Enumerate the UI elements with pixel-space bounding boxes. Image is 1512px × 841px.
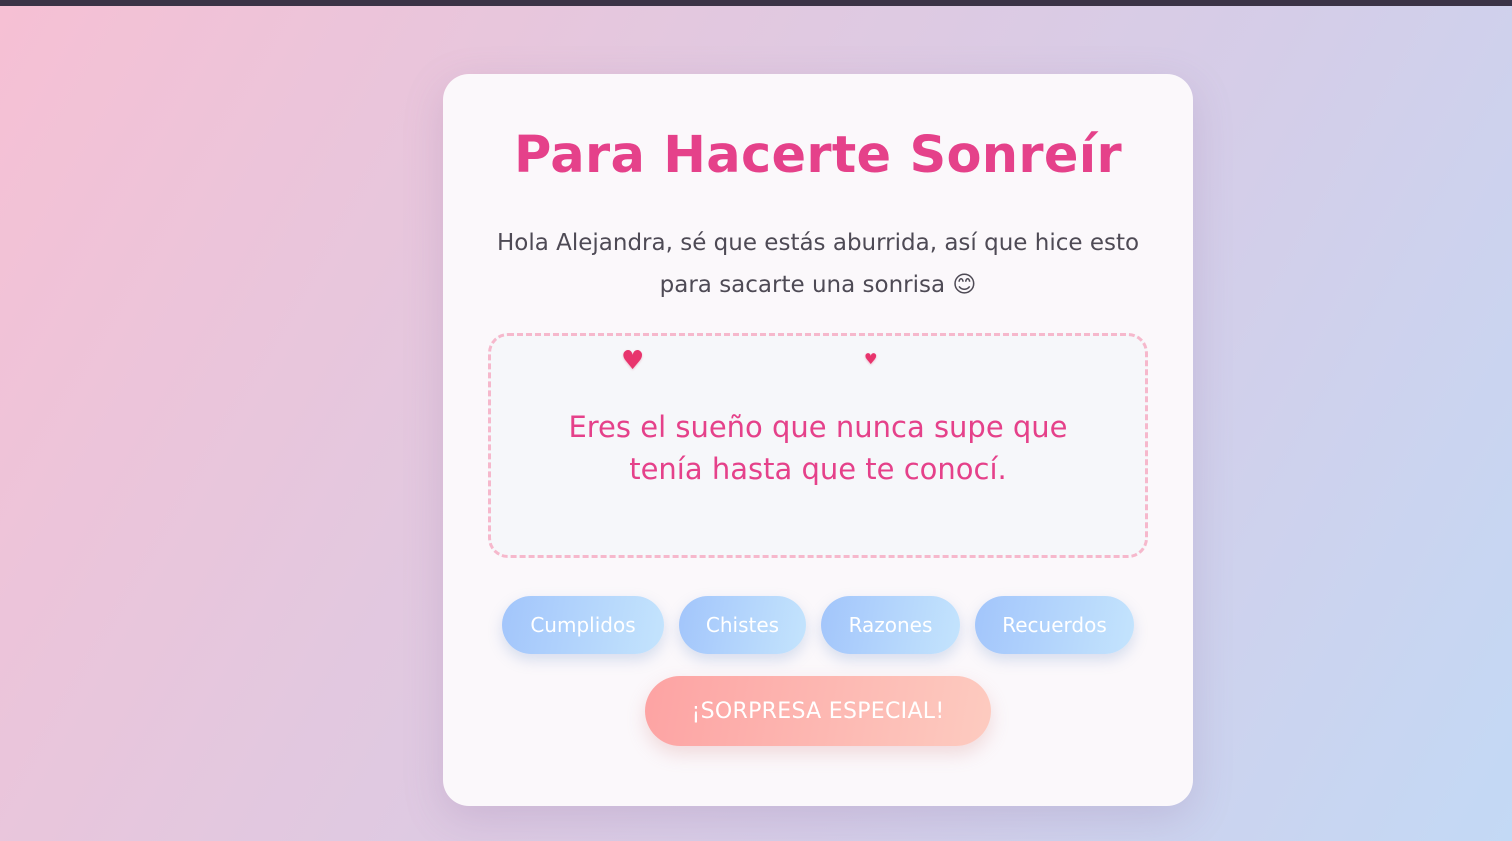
intro-text: Hola Alejandra, sé que estás aburrida, a… [496,230,1140,298]
heart-icon: ♥ [864,350,878,368]
chistes-button[interactable]: Chistes [679,596,806,654]
message-text: Eres el sueño que nunca supe que tenía h… [568,410,1068,486]
recuerdos-button[interactable]: Recuerdos [975,596,1134,654]
cumplidos-button[interactable]: Cumplidos [502,596,664,654]
special-surprise-button[interactable]: ¡SORPRESA ESPECIAL! [645,676,991,746]
main-card: Para Hacerte Sonreír Hola Alejandra, sé … [443,74,1193,806]
heart-icon: ♥ [621,346,645,376]
message-box: ♥ ♥ Eres el sueño que nunca supe que ten… [488,333,1148,558]
window-top-strip [0,0,1512,6]
page-title: Para Hacerte Sonreír [514,126,1122,185]
category-button-row: Cumplidos Chistes Razones Recuerdos [443,596,1193,654]
razones-button[interactable]: Razones [821,596,960,654]
